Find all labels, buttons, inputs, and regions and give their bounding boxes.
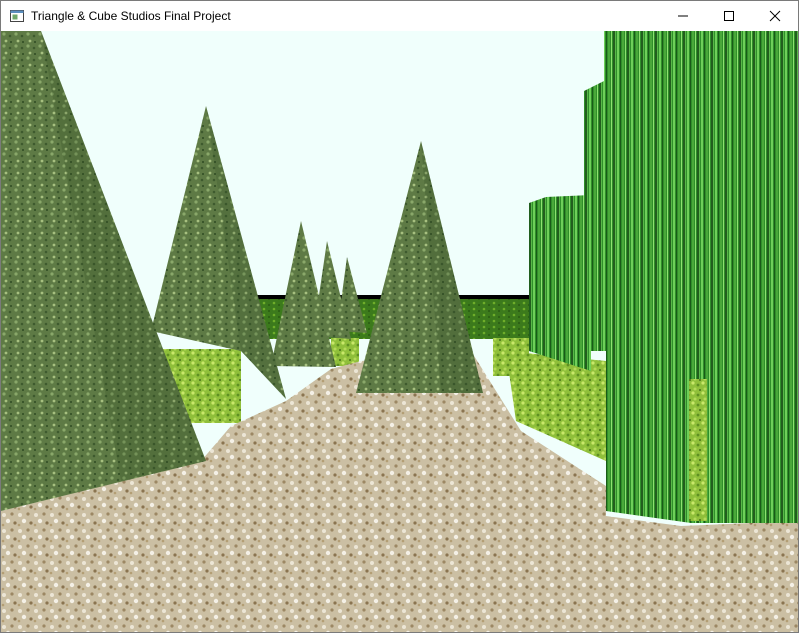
- hedge-post-right-front: [689, 379, 707, 521]
- minimize-button[interactable]: [660, 1, 706, 31]
- close-button[interactable]: [752, 1, 798, 31]
- app-window: Triangle & Cube Studios Final Project: [0, 0, 799, 633]
- window-app-icon: [10, 10, 24, 22]
- maximize-button[interactable]: [706, 1, 752, 31]
- title-bar[interactable]: Triangle & Cube Studios Final Project: [1, 1, 798, 31]
- green-cylinder-small: [529, 195, 591, 371]
- hedge-block-small: [331, 338, 359, 366]
- window-title: Triangle & Cube Studios Final Project: [31, 9, 231, 23]
- close-icon: [769, 10, 781, 22]
- maximize-icon: [724, 11, 734, 21]
- window-controls: [660, 1, 798, 31]
- scene-canvas: [1, 31, 798, 632]
- minimize-icon: [678, 15, 688, 17]
- render-viewport[interactable]: [1, 31, 798, 632]
